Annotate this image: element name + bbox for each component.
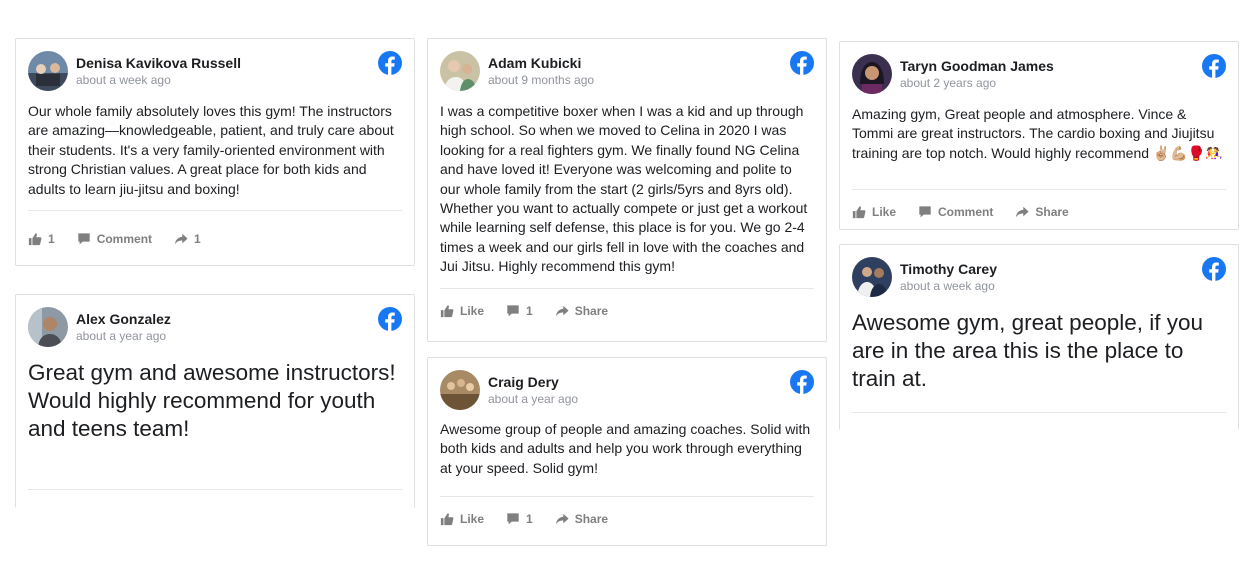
review-card: Timothy Carey about a week ago Awesome g… xyxy=(839,244,1239,430)
review-card: Alex Gonzalez about a year ago Great gym… xyxy=(15,294,415,508)
review-text: Amazing gym, Great people and atmosphere… xyxy=(852,106,1223,161)
like-label: Like xyxy=(460,304,485,318)
facebook-icon[interactable] xyxy=(1202,54,1226,78)
divider xyxy=(28,489,402,490)
divider xyxy=(28,210,402,211)
share-label: Share xyxy=(1035,205,1069,219)
review-actions: Like 1 Share xyxy=(440,289,814,333)
like-count: 1 xyxy=(48,232,55,246)
thumbs-up-icon xyxy=(440,512,454,526)
comment-bubble-icon xyxy=(506,512,520,526)
like-button[interactable]: 1 xyxy=(28,232,55,246)
review-actions: Like Comment Share xyxy=(852,190,1226,234)
avatar[interactable] xyxy=(28,307,68,347)
reviewer-name[interactable]: Craig Dery xyxy=(488,374,559,390)
share-button[interactable]: Share xyxy=(1015,205,1069,219)
facebook-icon[interactable] xyxy=(1202,257,1226,281)
facebook-icon[interactable] xyxy=(378,51,402,75)
avatar[interactable] xyxy=(852,54,892,94)
comment-count: 1 xyxy=(526,304,533,318)
avatar[interactable] xyxy=(440,370,480,410)
share-button[interactable]: Share xyxy=(555,304,608,318)
avatar[interactable] xyxy=(28,51,68,91)
reviewer-name[interactable]: Denisa Kavikova Russell xyxy=(76,55,241,71)
review-card: Craig Dery about a year ago Awesome grou… xyxy=(427,357,827,546)
review-time[interactable]: about a year ago xyxy=(76,329,166,343)
review-time[interactable]: about a year ago xyxy=(488,392,578,406)
thumbs-up-icon xyxy=(440,304,454,318)
facebook-icon[interactable] xyxy=(790,51,814,75)
share-arrow-icon xyxy=(1015,205,1029,219)
review-header: Alex Gonzalez about a year ago xyxy=(28,295,402,355)
review-actions: Like 1 Share xyxy=(440,497,814,541)
like-button[interactable]: Like xyxy=(440,512,484,526)
review-header: Denisa Kavikova Russell about a week ago xyxy=(28,39,402,99)
review-text: Great gym and awesome instructors! Would… xyxy=(28,360,396,441)
like-label: Like xyxy=(872,205,897,219)
like-label: Like xyxy=(460,512,485,526)
share-arrow-icon xyxy=(174,232,188,246)
facebook-icon[interactable] xyxy=(790,370,814,394)
comment-button[interactable]: 1 xyxy=(506,304,533,318)
divider xyxy=(852,412,1226,413)
share-button[interactable]: 1 xyxy=(174,232,201,246)
comment-button[interactable]: 1 xyxy=(506,512,533,526)
comment-bubble-icon xyxy=(918,205,932,219)
avatar[interactable] xyxy=(440,51,480,91)
review-text: Our whole family absolutely loves this g… xyxy=(28,103,394,197)
like-button[interactable]: Like xyxy=(440,304,484,318)
share-label: Share xyxy=(574,512,609,526)
avatar[interactable] xyxy=(852,257,892,297)
review-text: I was a competitive boxer when I was a k… xyxy=(440,103,808,275)
comment-bubble-icon xyxy=(77,232,91,246)
comment-label: Comment xyxy=(938,205,994,219)
reviewer-name[interactable]: Adam Kubicki xyxy=(488,55,581,71)
review-header: Taryn Goodman James about 2 years ago xyxy=(852,42,1226,102)
share-arrow-icon xyxy=(555,512,569,526)
comment-bubble-icon xyxy=(506,304,520,318)
comment-button[interactable]: Comment xyxy=(918,205,993,219)
review-header: Timothy Carey about a week ago xyxy=(852,245,1226,305)
review-card: Taryn Goodman James about 2 years ago Am… xyxy=(839,41,1239,230)
reviewer-name[interactable]: Taryn Goodman James xyxy=(900,58,1054,74)
comment-label: Comment xyxy=(96,232,153,246)
review-header: Adam Kubicki about 9 months ago xyxy=(440,39,814,99)
facebook-icon[interactable] xyxy=(378,307,402,331)
comment-button[interactable]: Comment xyxy=(77,232,152,246)
reviewer-name[interactable]: Timothy Carey xyxy=(900,261,997,277)
review-text: Awesome gym, great people, if you are in… xyxy=(852,310,1204,391)
review-time[interactable]: about a week ago xyxy=(76,73,171,87)
thumbs-up-icon xyxy=(28,232,42,246)
review-time[interactable]: about 2 years ago xyxy=(900,76,996,90)
share-button[interactable]: Share xyxy=(555,512,608,526)
share-count: 1 xyxy=(194,232,201,246)
review-text: Awesome group of people and amazing coac… xyxy=(440,421,811,476)
share-arrow-icon xyxy=(555,304,569,318)
comment-count: 1 xyxy=(526,512,533,526)
thumbs-up-icon xyxy=(852,205,866,219)
share-label: Share xyxy=(574,304,609,318)
like-button[interactable]: Like xyxy=(852,205,896,219)
review-time[interactable]: about 9 months ago xyxy=(488,73,594,87)
review-header: Craig Dery about a year ago xyxy=(440,358,814,418)
review-card: Adam Kubicki about 9 months ago I was a … xyxy=(427,38,827,342)
review-card: Denisa Kavikova Russell about a week ago… xyxy=(15,38,415,266)
review-actions: 1 Comment 1 xyxy=(28,217,402,261)
review-time[interactable]: about a week ago xyxy=(900,279,995,293)
reviewer-name[interactable]: Alex Gonzalez xyxy=(76,311,171,327)
